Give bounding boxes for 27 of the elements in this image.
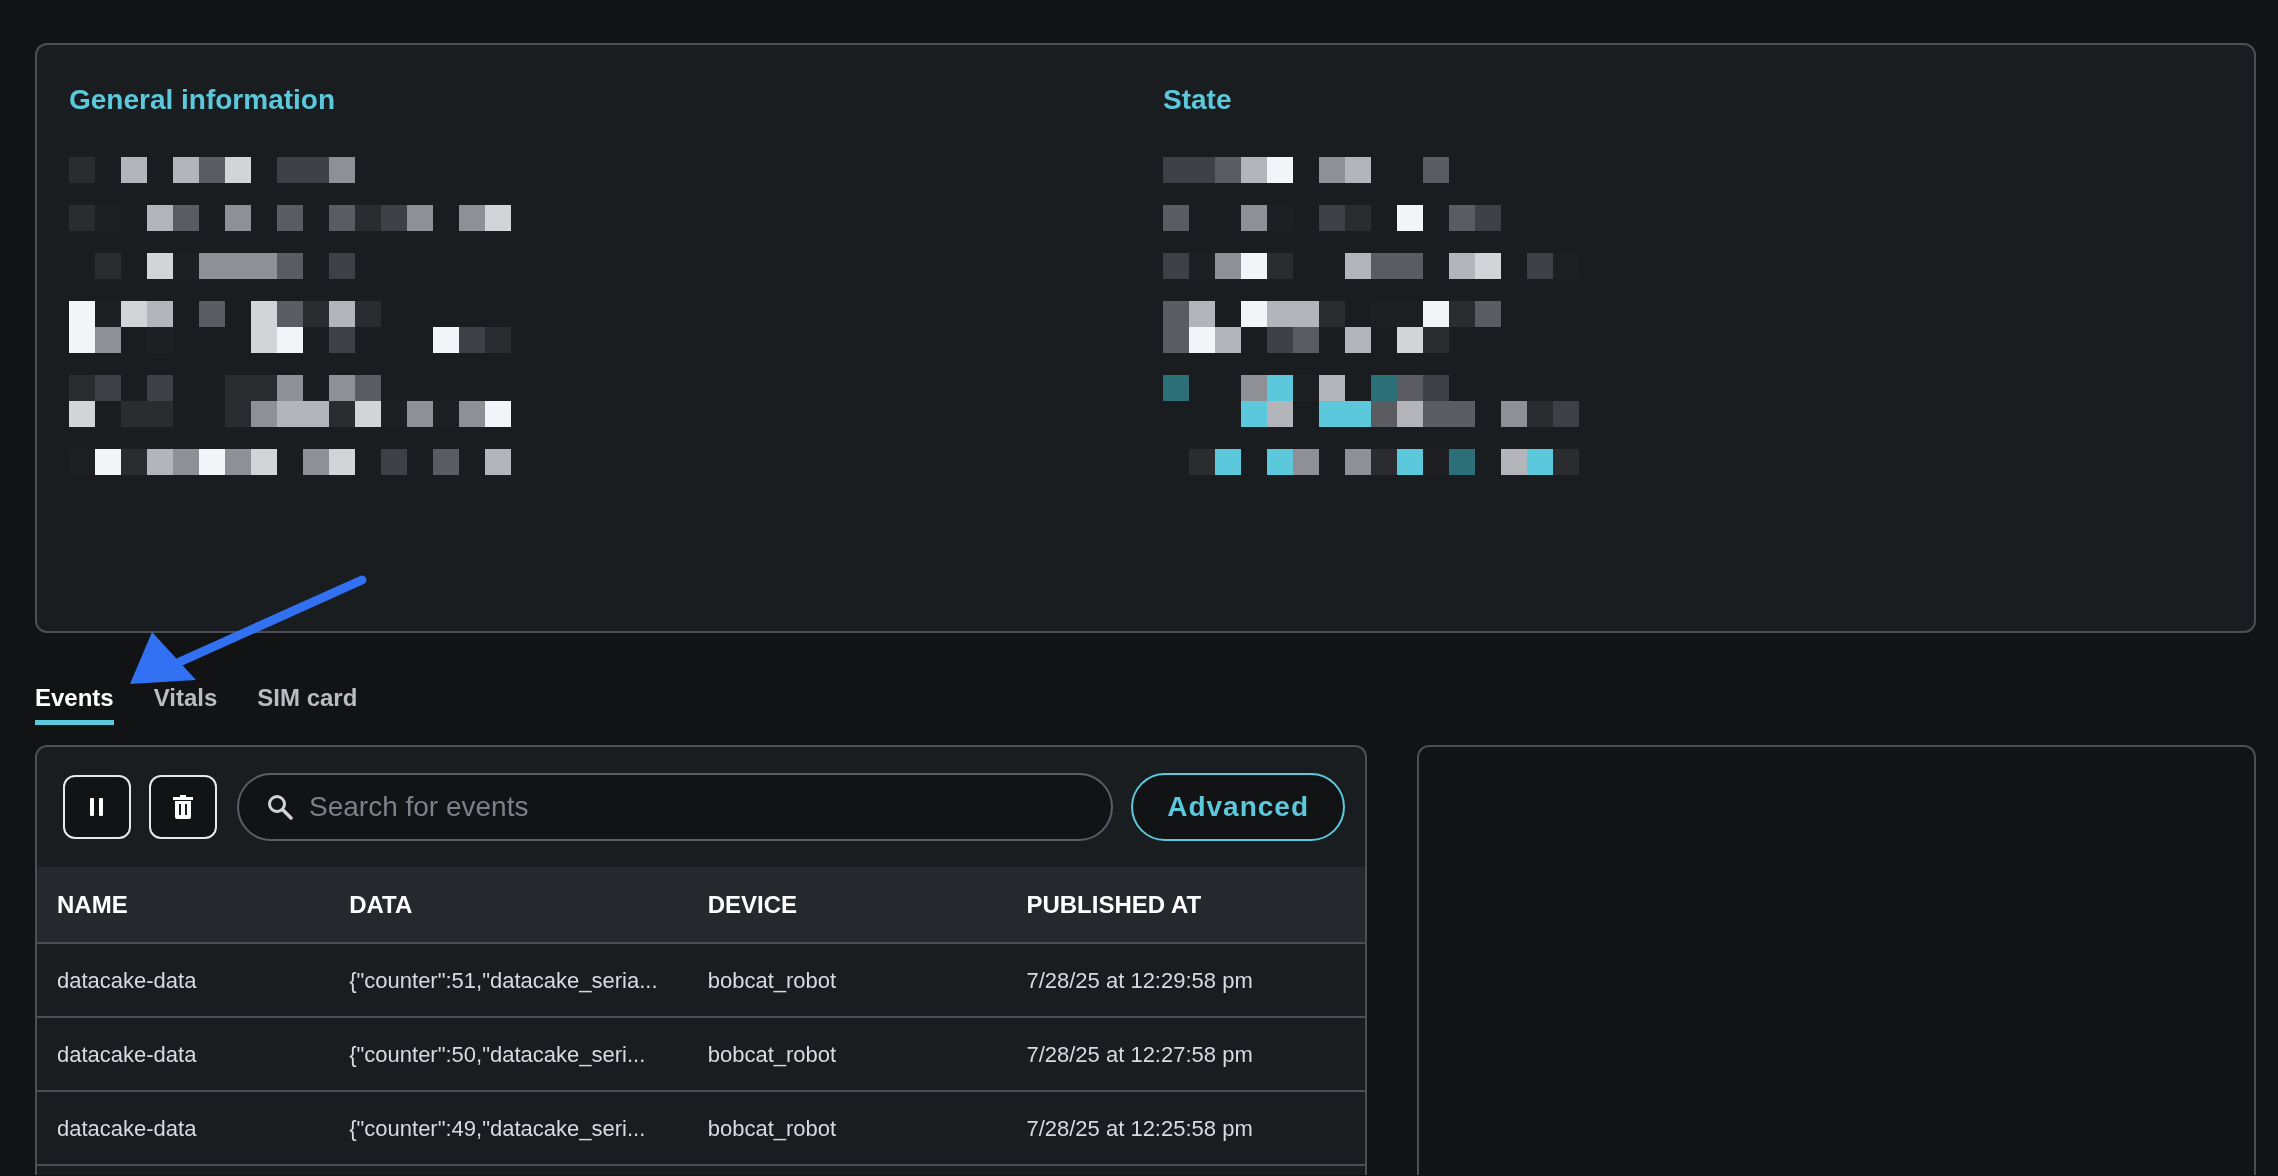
pause-button[interactable]: [63, 775, 131, 839]
table-cell-text: {"counter":49,"datacake_seri...: [349, 1114, 646, 1143]
table-cell-text: datacake-data: [57, 1040, 197, 1069]
advanced-button[interactable]: Advanced: [1131, 773, 1345, 841]
tab[interactable]: Vitals: [153, 681, 218, 725]
table-cell-text: {"counter":51,"datacake_seria...: [349, 966, 658, 995]
column-header: DATA: [349, 889, 413, 920]
tab[interactable]: Events: [35, 681, 114, 725]
table-cell-text: 7/28/25 at 12:29:58 pm: [1026, 966, 1253, 995]
column-header: NAME: [57, 889, 128, 920]
table-cell-text: 7/28/25 at 12:27:58 pm: [1026, 1040, 1253, 1069]
table-cell-text: {"counter":50,"datacake_seri...: [349, 1040, 646, 1069]
table-cell-text: 7/28/25 at 12:25:58 pm: [1026, 1114, 1253, 1143]
table-cell-text: datacake-data: [57, 1114, 197, 1143]
table-cell-text: bobcat_robot: [707, 1114, 837, 1143]
column-header: PUBLISHED AT: [1026, 889, 1202, 920]
pause-icon: [90, 798, 104, 816]
table-cell-text: bobcat_robot: [707, 1040, 837, 1069]
section-heading: State: [1163, 83, 1233, 117]
tab[interactable]: SIM card: [257, 681, 358, 725]
delete-button[interactable]: [149, 775, 217, 839]
section-heading: General information: [69, 83, 337, 117]
table-cell-text: datacake-data: [57, 966, 197, 995]
search-field[interactable]: Search for events: [237, 773, 1114, 841]
column-header: DEVICE: [707, 889, 798, 920]
table-cell-text: bobcat_robot: [707, 966, 837, 995]
trash-icon: [173, 795, 193, 819]
